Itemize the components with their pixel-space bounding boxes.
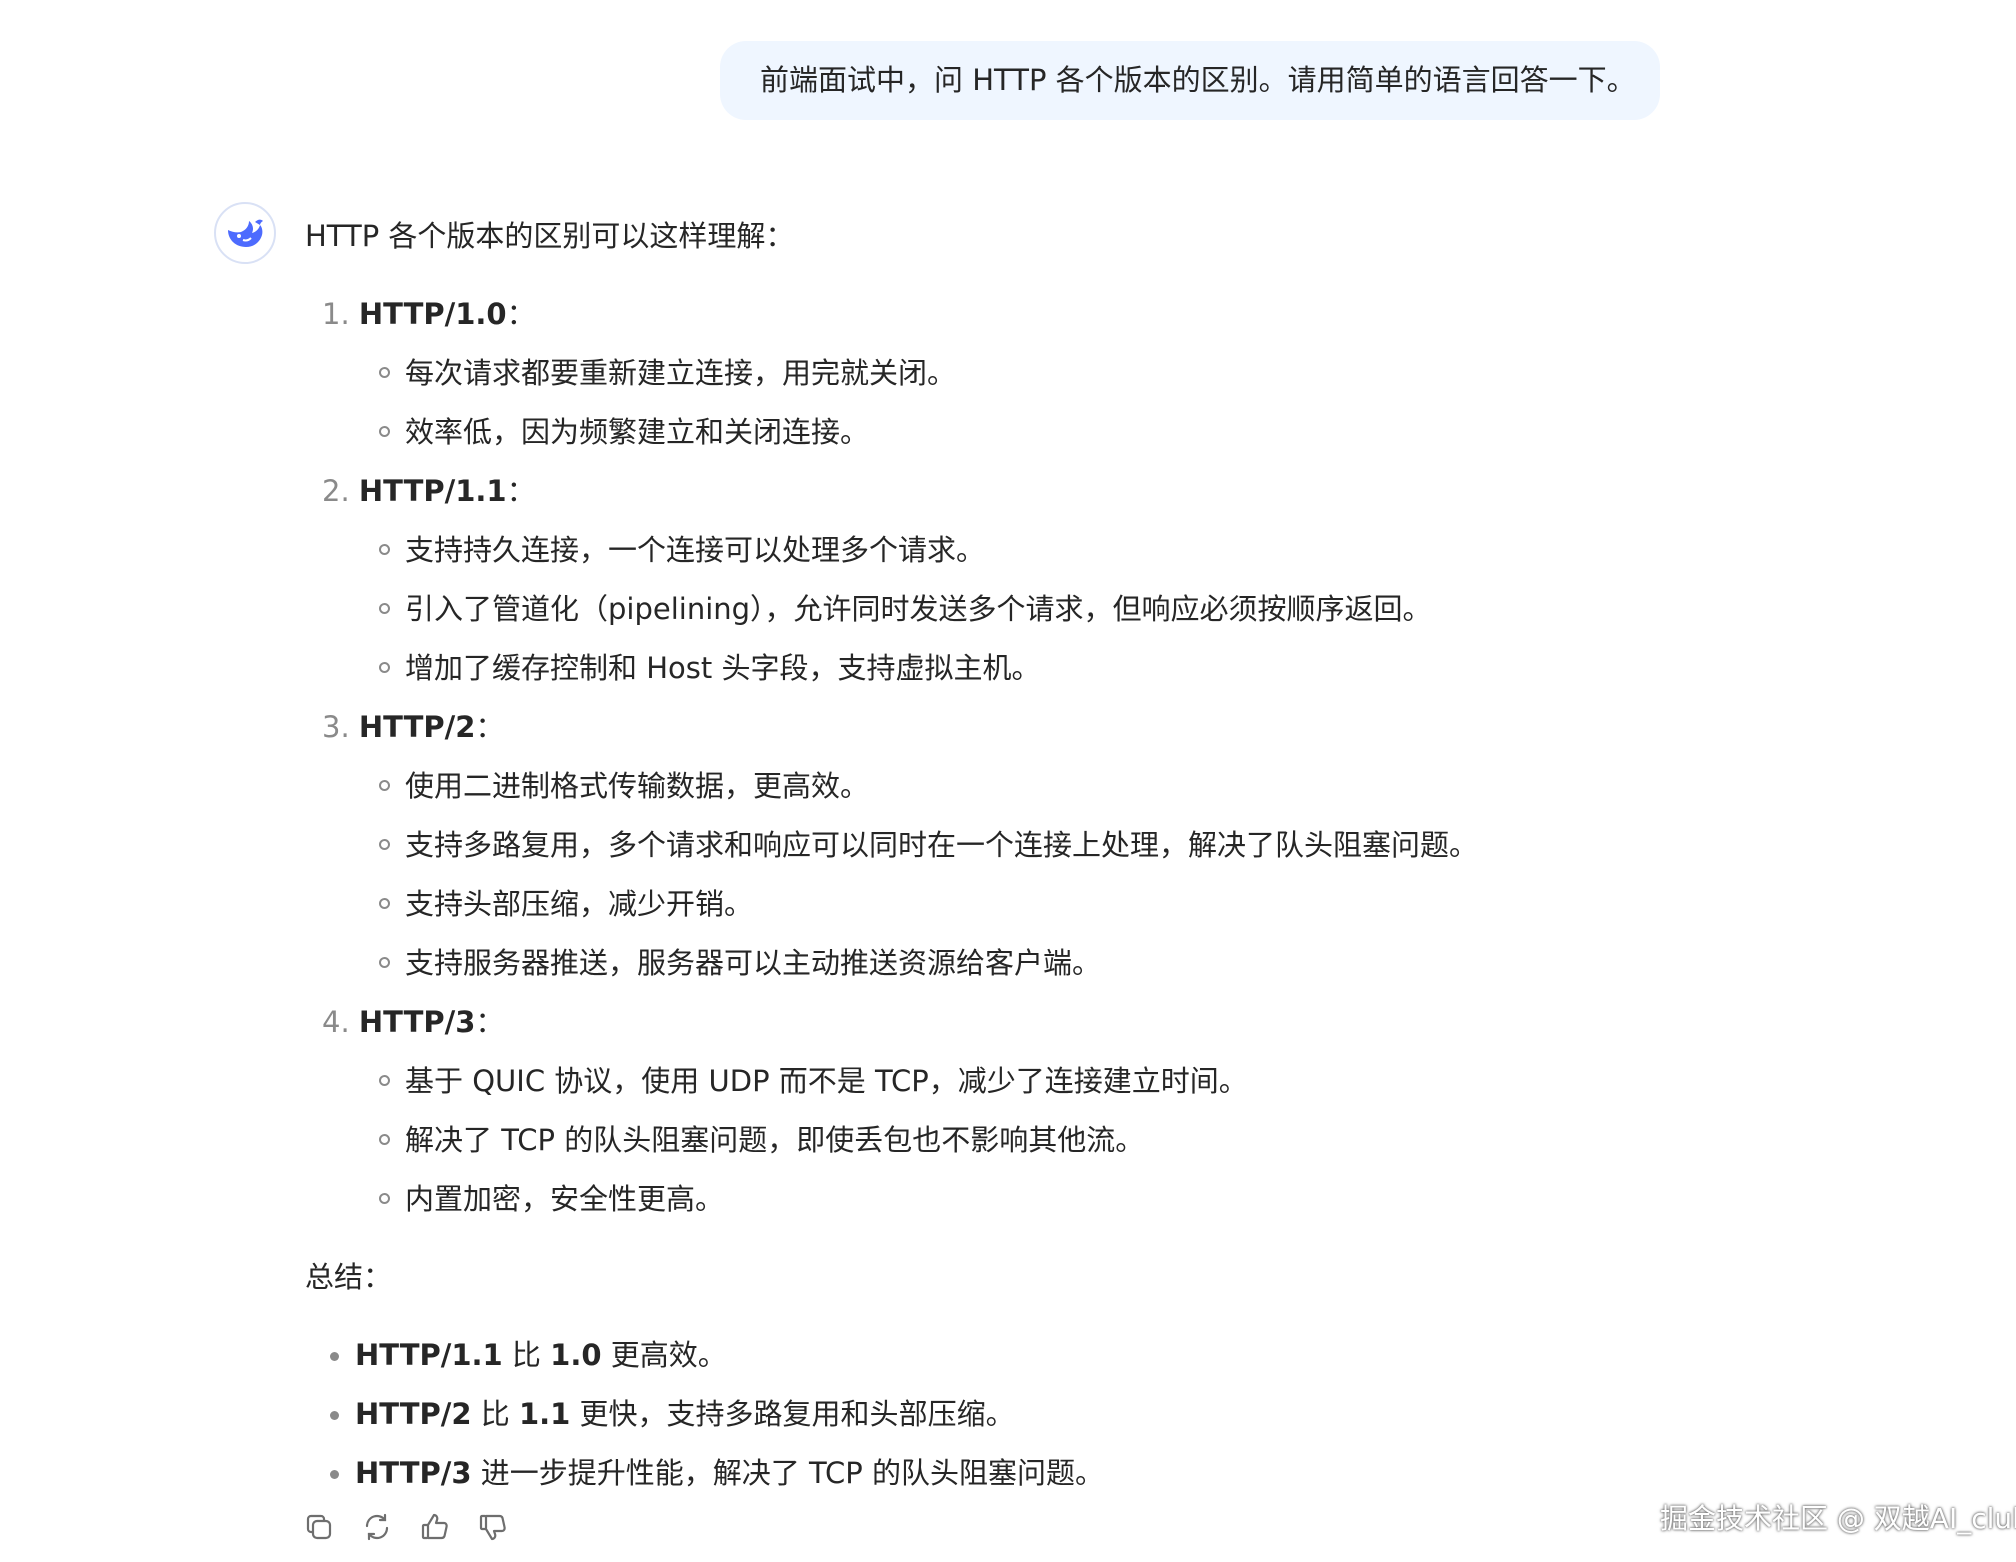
list-bullet xyxy=(379,662,390,673)
like-button[interactable] xyxy=(418,1510,452,1544)
list-item: 增加了缓存控制和 Host 头字段，支持虚拟主机。 xyxy=(405,651,1041,685)
summary-item: HTTP/2 比 1.1 更快，支持多路复用和头部压缩。 xyxy=(355,1397,1015,1431)
chat-page: 前端面试中，问 HTTP 各个版本的区别。请用简单的语言回答一下。 HTTP 各… xyxy=(0,0,2016,1562)
copy-icon xyxy=(306,1514,332,1540)
list-item: 支持头部压缩，减少开销。 xyxy=(405,887,754,921)
list-bullet xyxy=(379,1134,390,1145)
assistant-avatar xyxy=(214,202,276,264)
list-item: 内置加密，安全性更高。 xyxy=(405,1182,725,1216)
watermark: 掘金技术社区 @ 双越AI_club xyxy=(1660,1502,2016,1535)
summary-item: HTTP/3 进一步提升性能，解决了 TCP 的队头阻塞问题。 xyxy=(355,1456,1104,1490)
copy-button[interactable] xyxy=(302,1510,336,1544)
list-bullet xyxy=(379,603,390,614)
thumbs-down-icon xyxy=(479,1514,506,1541)
list-item: 解决了 TCP 的队头阻塞问题，即使丢包也不影响其他流。 xyxy=(405,1123,1145,1157)
list-item: 效率低，因为频繁建立和关闭连接。 xyxy=(405,415,870,449)
list-bullet xyxy=(379,367,390,378)
dislike-button[interactable] xyxy=(476,1510,510,1544)
list-bullet xyxy=(379,957,390,968)
user-message-text: 前端面试中，问 HTTP 各个版本的区别。请用简单的语言回答一下。 xyxy=(760,63,1636,97)
section-heading: 4. HTTP/3： xyxy=(322,1005,505,1039)
summary-item: HTTP/1.1 比 1.0 更高效。 xyxy=(355,1338,727,1372)
message-actions xyxy=(302,1510,510,1544)
list-bullet xyxy=(379,898,390,909)
section-heading: 1. HTTP/1.0： xyxy=(322,297,536,331)
list-bullet xyxy=(379,1193,390,1204)
list-bullet xyxy=(379,544,390,555)
user-message-bubble: 前端面试中，问 HTTP 各个版本的区别。请用简单的语言回答一下。 xyxy=(720,41,1660,120)
regenerate-icon xyxy=(365,1513,389,1541)
answer-intro: HTTP 各个版本的区别可以这样理解： xyxy=(305,219,795,253)
list-item: 每次请求都要重新建立连接，用完就关闭。 xyxy=(405,356,957,390)
list-bullet xyxy=(379,1075,390,1086)
list-item: 引入了管道化（pipelining），允许同时发送多个请求，但响应必须按顺序返回… xyxy=(405,592,1432,626)
summary-bullet xyxy=(330,1411,339,1420)
section-heading: 3. HTTP/2： xyxy=(322,710,505,744)
list-item: 支持多路复用，多个请求和响应可以同时在一个连接上处理，解决了队头阻塞问题。 xyxy=(405,828,1479,862)
section-heading: 2. HTTP/1.1： xyxy=(322,474,536,508)
list-item: 使用二进制格式传输数据，更高效。 xyxy=(405,769,870,803)
summary-bullet xyxy=(330,1352,339,1361)
list-bullet xyxy=(379,780,390,791)
deepseek-whale-icon xyxy=(228,219,263,247)
list-item: 支持持久连接，一个连接可以处理多个请求。 xyxy=(405,533,986,567)
list-bullet xyxy=(379,426,390,437)
list-bullet xyxy=(379,839,390,850)
summary-bullet xyxy=(330,1470,339,1479)
list-item: 支持服务器推送，服务器可以主动推送资源给客户端。 xyxy=(405,946,1102,980)
regenerate-button[interactable] xyxy=(360,1510,394,1544)
summary-label: 总结： xyxy=(305,1260,393,1294)
thumbs-up-icon xyxy=(421,1513,448,1540)
list-item: 基于 QUIC 协议，使用 UDP 而不是 TCP，减少了连接建立时间。 xyxy=(405,1064,1248,1098)
